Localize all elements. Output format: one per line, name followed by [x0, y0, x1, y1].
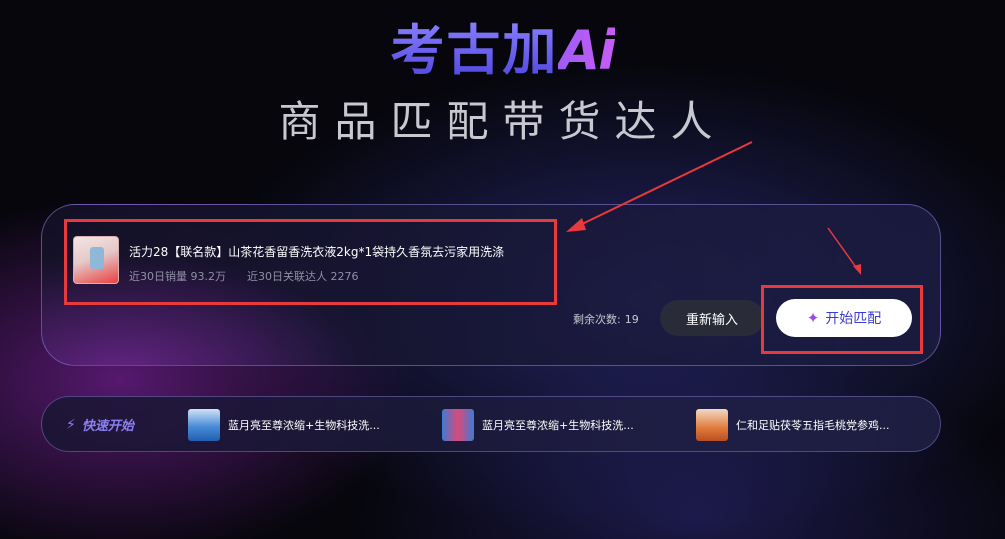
sparkle-icon: ✦ [806, 310, 820, 327]
logo-text: 考古加 [390, 19, 559, 82]
bolt-icon: ⚡ [66, 416, 76, 433]
quick-start-text: 快速开始 [81, 419, 134, 434]
product-thumbnail [442, 409, 474, 441]
product-title: 活力28【联名款】山茶花香留香洗衣液2kg*1袋持久香氛去污家用洗涤 [129, 245, 505, 259]
brand-logo: 考古加Ai [0, 18, 1005, 84]
remaining-label: 剩余次数: [573, 313, 621, 326]
logo-ai-text: Ai [558, 19, 616, 82]
quick-item-text: 蓝月亮至尊浓缩+生物科技洗... [228, 419, 380, 432]
quick-start-label: ⚡ 快速开始 [66, 415, 134, 435]
remaining-count: 剩余次数: 19 [573, 311, 639, 327]
start-match-button[interactable]: ✦ 开始匹配 [776, 299, 912, 337]
quick-start-item[interactable]: 仁和足贴茯苓五指毛桃党参鸡... [696, 409, 890, 441]
product-input-card: 活力28【联名款】山茶花香留香洗衣液2kg*1袋持久香氛去污家用洗涤 近30日销… [41, 204, 941, 366]
product-thumbnail [696, 409, 728, 441]
product-thumbnail [73, 236, 119, 284]
quick-start-item[interactable]: 蓝月亮至尊浓缩+生物科技洗... [188, 409, 380, 441]
product-sales-stat: 近30日销量 93.2万 [129, 270, 226, 283]
reinput-button[interactable]: 重新输入 [660, 300, 764, 336]
product-thumbnail [188, 409, 220, 441]
quick-item-text: 仁和足贴茯苓五指毛桃党参鸡... [736, 419, 890, 432]
selected-product[interactable]: 活力28【联名款】山茶花香留香洗衣液2kg*1袋持久香氛去污家用洗涤 近30日销… [64, 219, 557, 305]
quick-start-item[interactable]: 蓝月亮至尊浓缩+生物科技洗... [442, 409, 634, 441]
quick-start-bar: ⚡ 快速开始 蓝月亮至尊浓缩+生物科技洗... 蓝月亮至尊浓缩+生物科技洗...… [41, 396, 941, 452]
product-talent-stat: 近30日关联达人 2276 [247, 270, 359, 283]
quick-item-text: 蓝月亮至尊浓缩+生物科技洗... [482, 419, 634, 432]
page-subtitle: 商品匹配带货达人 [278, 97, 727, 146]
remaining-value: 19 [624, 313, 639, 326]
start-match-label: 开始匹配 [825, 310, 882, 326]
